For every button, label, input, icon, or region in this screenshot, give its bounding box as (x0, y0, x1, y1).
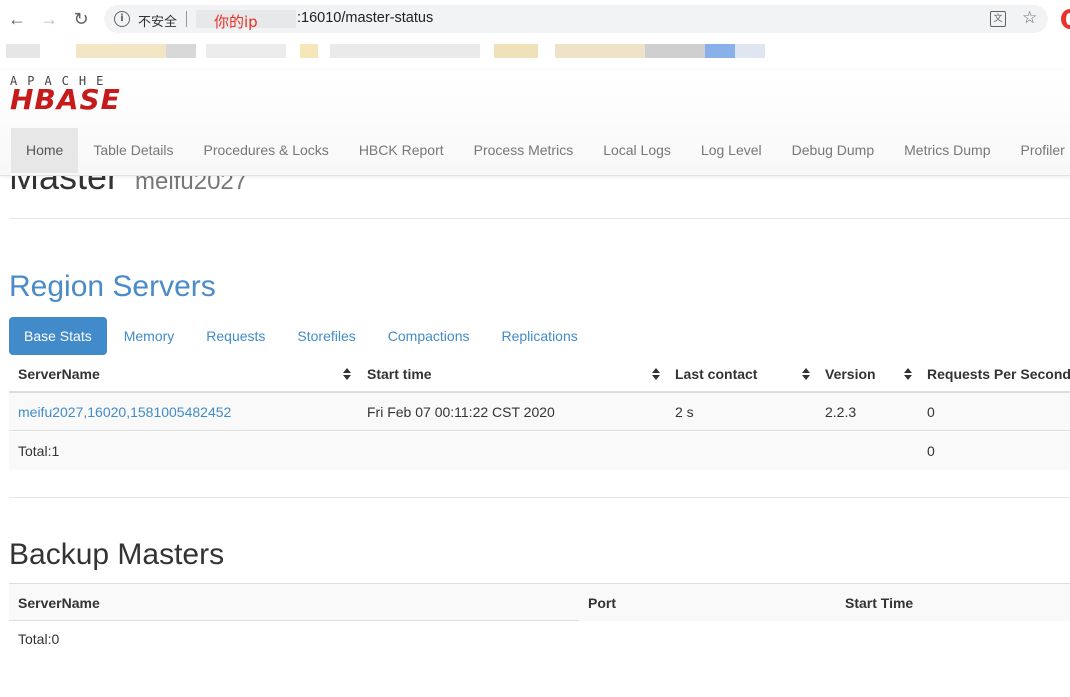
nav-item-profiler[interactable]: Profiler (1006, 128, 1070, 173)
bookmark-blur[interactable] (645, 44, 705, 58)
divider (9, 218, 1070, 219)
column-header-servername[interactable]: ServerName (9, 355, 358, 393)
nav-item-metrics-dump[interactable]: Metrics Dump (889, 128, 1005, 173)
translate-icon[interactable]: 文 (990, 11, 1006, 27)
server-name-link[interactable]: meifu2027,16020,1581005482452 (9, 393, 358, 431)
column-header-last-contact[interactable]: Last contact (666, 355, 816, 393)
last-contact-cell: 2 s (675, 404, 694, 420)
bookmark-blur[interactable] (76, 44, 166, 58)
url-text[interactable]: :16010/master-status (297, 10, 433, 26)
table-header-row: ServerName Start time Last contact Versi… (9, 355, 1070, 393)
bookmark-star-icon[interactable]: ☆ (1022, 8, 1037, 28)
hbase-logo[interactable]: APACHE HBASE (10, 75, 121, 116)
column-header-label: Requests Per Second (927, 366, 1070, 382)
nav-item-table-details[interactable]: Table Details (78, 128, 188, 173)
bookmark-blur[interactable] (6, 44, 40, 58)
region-servers-tabs: Base Stats Memory Requests Storefiles Co… (9, 317, 595, 355)
sort-icon[interactable] (343, 368, 351, 380)
bookmark-blur[interactable] (705, 44, 735, 58)
sort-icon[interactable] (802, 368, 810, 380)
column-header-servername: ServerName (18, 595, 100, 611)
column-header-label: Last contact (675, 366, 758, 382)
forward-arrow-icon[interactable]: → (38, 8, 60, 30)
bookmark-blur[interactable] (300, 44, 318, 58)
sort-icon[interactable] (904, 368, 912, 380)
nav-item-debug-dump[interactable]: Debug Dump (777, 128, 890, 173)
backup-masters-heading: Backup Masters (9, 538, 225, 571)
nav-item-home[interactable]: Home (11, 128, 79, 173)
table-total-row: Total:0 (9, 620, 1070, 658)
nav-item-hbck-report[interactable]: HBCK Report (344, 128, 459, 173)
nav-item-log-level[interactable]: Log Level (686, 128, 777, 173)
bookmarks-bar (0, 38, 1070, 70)
bookmark-blur[interactable] (166, 44, 196, 58)
sort-icon[interactable] (652, 368, 660, 380)
total-requests-cell: 0 (927, 443, 935, 459)
top-navbar: APACHE HBASE Home Table Details Procedur… (0, 70, 1070, 176)
total-label: Total:1 (18, 443, 60, 459)
table-header-row: ServerName Port Start Time (9, 583, 1070, 621)
column-header-start-time[interactable]: Start time (358, 355, 666, 393)
column-header-requests-per-second[interactable]: Requests Per Second (918, 355, 1070, 393)
tab-compactions[interactable]: Compactions (373, 317, 485, 355)
column-header-label: ServerName (18, 366, 100, 382)
bookmark-blur[interactable] (555, 44, 645, 58)
tab-storefiles[interactable]: Storefiles (282, 317, 370, 355)
bookmark-blur[interactable] (206, 44, 286, 58)
nav-item-process-metrics[interactable]: Process Metrics (459, 128, 589, 173)
opera-extension-icon[interactable] (1061, 9, 1070, 29)
info-icon[interactable]: i (114, 11, 130, 27)
table-row: meifu2027,16020,1581005482452 Fri Feb 07… (9, 393, 1070, 431)
reload-icon[interactable]: ↻ (70, 8, 92, 30)
column-header-start-time: Start Time (845, 595, 914, 611)
nav-menu: Home Table Details Procedures & Locks HB… (11, 128, 1070, 173)
tab-requests[interactable]: Requests (191, 317, 280, 355)
region-servers-heading: Region Servers (9, 270, 216, 303)
nav-item-local-logs[interactable]: Local Logs (588, 128, 686, 173)
column-header-version[interactable]: Version (816, 355, 918, 393)
nav-item-procedures-locks[interactable]: Procedures & Locks (189, 128, 344, 173)
column-header-label: Start time (367, 366, 432, 382)
bookmark-blur[interactable] (735, 44, 765, 58)
tab-memory[interactable]: Memory (109, 317, 190, 355)
divider (9, 497, 1070, 498)
requests-per-second-cell: 0 (927, 404, 935, 420)
logo-hbase-text: HBASE (10, 83, 121, 116)
divider (186, 11, 187, 27)
table-total-row: Total:1 0 (9, 432, 1070, 470)
total-label: Total:0 (18, 631, 60, 647)
ip-annotation: 你的ip (214, 13, 258, 31)
tab-base-stats[interactable]: Base Stats (9, 317, 107, 355)
version-cell: 2.2.3 (825, 404, 857, 420)
insecure-label: 不安全 (138, 14, 178, 29)
tab-replications[interactable]: Replications (486, 317, 592, 355)
column-header-label: Version (825, 366, 876, 382)
address-bar[interactable]: i 不安全 你的ip :16010/master-status 文 ☆ (104, 5, 1048, 33)
start-time-cell: Fri Feb 07 00:11:22 CST 2020 (367, 404, 555, 420)
back-arrow-icon[interactable]: ← (6, 8, 28, 30)
column-header-port: Port (588, 595, 616, 611)
bookmark-blur[interactable] (330, 44, 480, 58)
browser-toolbar: ← → ↻ i 不安全 你的ip :16010/master-status 文 … (0, 0, 1070, 38)
bookmark-blur[interactable] (494, 44, 538, 58)
